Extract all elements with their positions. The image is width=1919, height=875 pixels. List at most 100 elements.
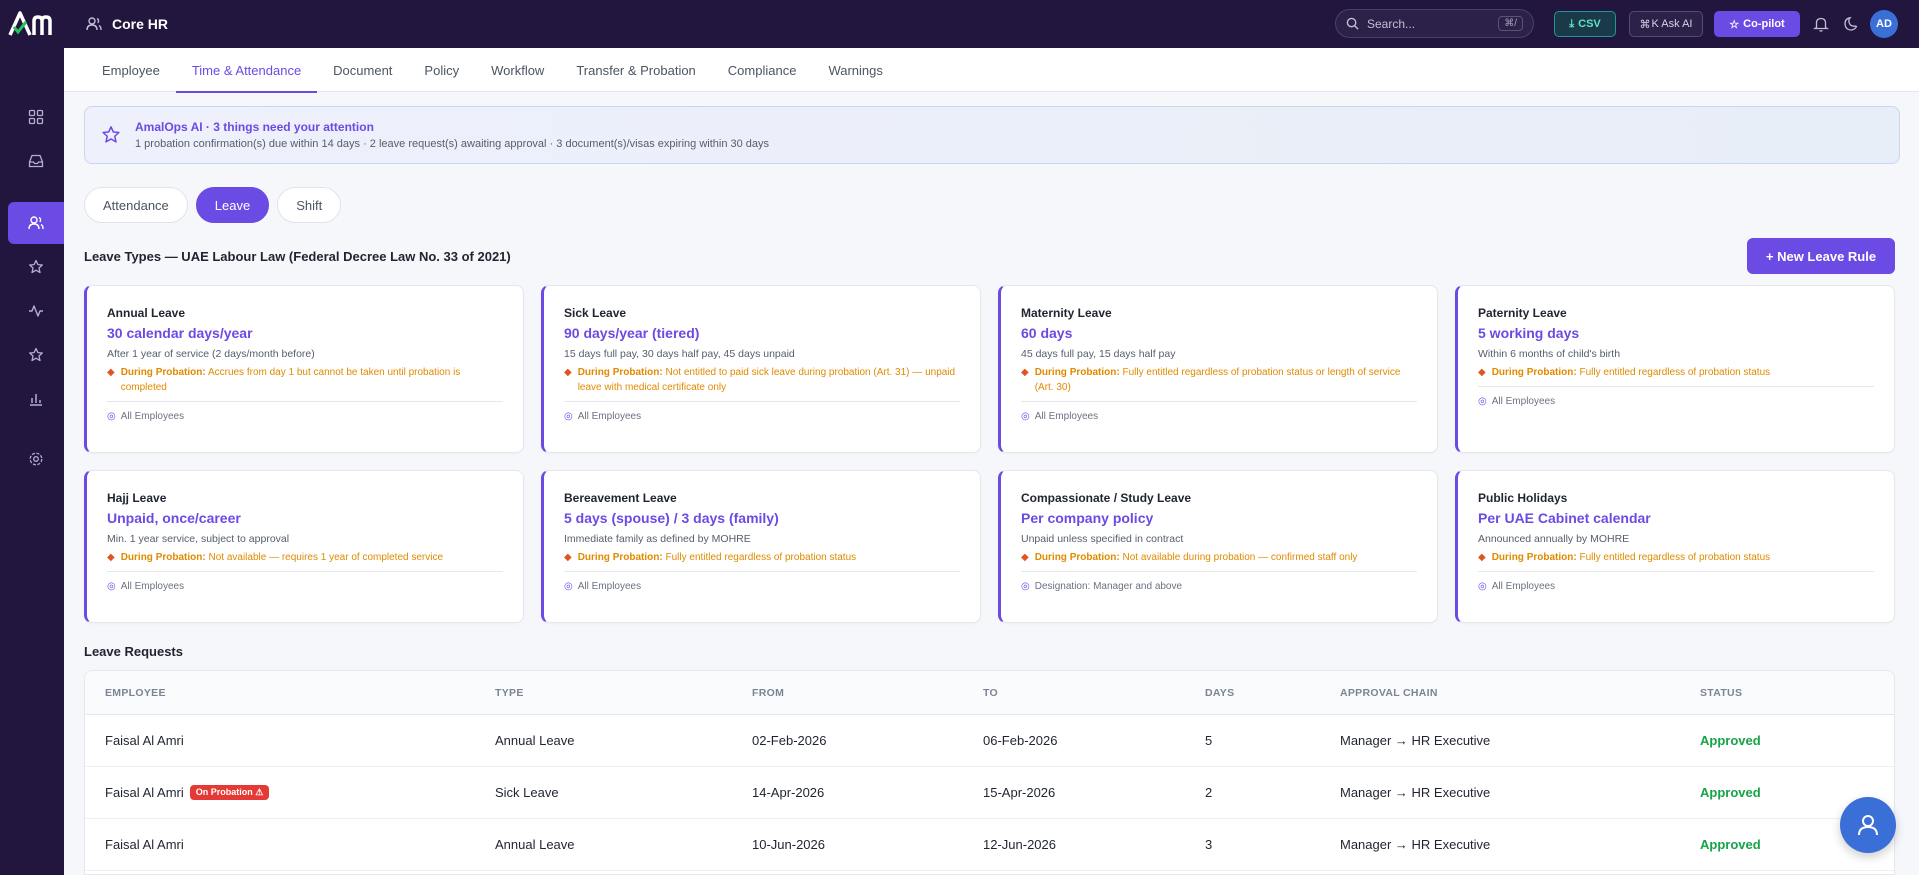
leave-card[interactable]: Paternity Leave 5 working days Within 6 … xyxy=(1455,285,1895,453)
column-header[interactable]: STATUS xyxy=(1700,687,1860,699)
leave-card[interactable]: Compassionate / Study Leave Per company … xyxy=(998,470,1438,623)
leave-card-value: 5 days (spouse) / 3 days (family) xyxy=(564,510,779,526)
pill-leave[interactable]: Leave xyxy=(195,187,270,223)
leave-card-desc: 45 days full pay, 15 days half pay xyxy=(1021,348,1176,360)
leave-card[interactable]: Public Holidays Per UAE Cabinet calendar… xyxy=(1455,470,1895,623)
column-header[interactable]: TO xyxy=(983,687,1205,699)
employee-cell: Faisal Al Amri xyxy=(85,837,495,852)
sidebar-item-settings[interactable] xyxy=(8,438,64,480)
column-header[interactable]: FROM xyxy=(752,687,983,699)
ask-ai-button[interactable]: ⌘ K Ask AI xyxy=(1629,11,1703,37)
search-shortcut: ⌘/ xyxy=(1498,16,1523,31)
from-cell: 10-Jun-2026 xyxy=(752,837,825,852)
tab-transfer-probation[interactable]: Transfer & Probation xyxy=(560,48,711,92)
probation-label: During Probation: xyxy=(577,367,663,378)
user-avatar[interactable]: AD xyxy=(1870,10,1898,38)
bell-icon[interactable] xyxy=(1810,13,1832,35)
column-header[interactable]: APPROVAL CHAIN xyxy=(1340,687,1700,699)
users-icon xyxy=(28,216,44,230)
table-header: EMPLOYEE TYPE FROM TO DAYS APPROVAL CHAI… xyxy=(85,671,1894,715)
table-row[interactable]: Faisal Al Amri Annual Leave 02-Feb-2026 … xyxy=(85,715,1894,767)
target-icon: ◎ xyxy=(107,411,116,422)
scope-label: All Employees xyxy=(1034,411,1099,422)
tab-warnings[interactable]: Warnings xyxy=(812,48,898,92)
tab-time-attendance[interactable]: Time & Attendance xyxy=(175,48,318,93)
leave-card-desc: Immediate family as defined by MOHRE xyxy=(564,533,751,545)
probation-text: Fully entitled regardless of probation s… xyxy=(1579,552,1771,563)
leave-card[interactable]: Sick Leave 90 days/year (tiered) 15 days… xyxy=(541,285,981,453)
assistant-fab[interactable] xyxy=(1840,797,1896,853)
csv-export-button[interactable]: ⤓ CSV xyxy=(1554,11,1616,37)
leave-card-value: Unpaid, once/career xyxy=(107,510,241,526)
inbox-icon xyxy=(28,154,44,168)
column-header[interactable]: DAYS xyxy=(1205,687,1340,699)
leave-card[interactable]: Bereavement Leave 5 days (spouse) / 3 da… xyxy=(541,470,981,623)
banner-title: AmalOps AI · 3 things need your attentio… xyxy=(135,120,374,134)
column-header[interactable]: TYPE xyxy=(495,687,752,699)
employee-name: Faisal Al Amri xyxy=(105,785,184,800)
employee-name: Faisal Al Amri xyxy=(105,733,184,748)
activity-icon xyxy=(29,305,43,317)
sidebar-item-inbox[interactable] xyxy=(8,140,64,182)
target-icon: ◎ xyxy=(1478,581,1487,592)
download-icon: ⤓ xyxy=(1569,17,1575,30)
pill-attendance[interactable]: Attendance xyxy=(84,187,188,223)
type-cell: Annual Leave xyxy=(495,733,575,748)
leave-card-desc: 15 days full pay, 30 days half pay, 45 d… xyxy=(564,348,795,360)
approval-chain-cell: Manager → HR Executive xyxy=(1340,837,1491,852)
sparkle-star-icon xyxy=(102,126,120,143)
banner-description: 1 probation confirmation(s) due within 1… xyxy=(135,138,770,150)
scope-label: All Employees xyxy=(120,411,185,422)
leave-card[interactable]: Annual Leave 30 calendar days/year After… xyxy=(84,285,524,453)
search-input[interactable]: Search... ⌘/ xyxy=(1335,9,1534,38)
star-icon xyxy=(29,259,43,274)
probation-note: ◆ During Probation: Fully entitled regard… xyxy=(1478,550,1874,565)
sidebar-item-favorites[interactable] xyxy=(8,246,64,288)
grid-icon xyxy=(28,109,44,125)
sidebar-item-reports[interactable] xyxy=(8,378,64,420)
table-row[interactable]: Faisal Al Amri Annual Leave 10-Jun-2026 … xyxy=(85,819,1894,871)
ai-attention-banner[interactable]: AmalOps AI · 3 things need your attentio… xyxy=(84,106,1900,164)
app-title: Core HR xyxy=(112,16,169,32)
diamond-icon: ◆ xyxy=(564,552,572,563)
sidebar-item-dashboard[interactable] xyxy=(8,96,64,138)
copilot-label: Co-pilot xyxy=(1743,18,1785,30)
moon-icon[interactable] xyxy=(1840,13,1862,35)
sidebar-item-activity[interactable] xyxy=(8,290,64,332)
sidebar-item-ratings[interactable] xyxy=(8,334,64,376)
tab-compliance[interactable]: Compliance xyxy=(712,48,813,92)
tab-document[interactable]: Document xyxy=(317,48,408,92)
tab-employee[interactable]: Employee xyxy=(86,48,176,92)
leave-card[interactable]: Maternity Leave 60 days 45 days full pay… xyxy=(998,285,1438,453)
new-leave-rule-button[interactable]: + New Leave Rule xyxy=(1747,238,1895,274)
tab-policy[interactable]: Policy xyxy=(408,48,475,92)
probation-note: ◆ During Probation: Not available during … xyxy=(1021,550,1417,565)
from-cell: 14-Apr-2026 xyxy=(752,785,825,800)
leave-card-title: Hajj Leave xyxy=(107,491,167,505)
days-cell: 2 xyxy=(1205,785,1213,800)
leave-card-title: Annual Leave xyxy=(107,306,186,320)
sidebar-item-core-hr[interactable] xyxy=(8,202,64,244)
probation-text: Not available during probation — confirm… xyxy=(1122,552,1358,563)
days-cell: 5 xyxy=(1205,733,1213,748)
copilot-button[interactable]: ☆ Co-pilot xyxy=(1714,11,1800,37)
tab-workflow[interactable]: Workflow xyxy=(475,48,560,92)
leave-requests-title: Leave Requests xyxy=(84,644,183,659)
status-badge: Approved xyxy=(1700,785,1761,800)
leave-card[interactable]: Hajj Leave Unpaid, once/career Min. 1 ye… xyxy=(84,470,524,623)
leave-card-desc: Min. 1 year service, subject to approval xyxy=(107,533,290,545)
leave-card-scope: ◎ All Employees xyxy=(107,572,503,604)
status-badge: Approved xyxy=(1700,837,1761,852)
column-header[interactable]: EMPLOYEE xyxy=(85,687,495,699)
leave-card-value: 60 days xyxy=(1021,325,1073,341)
app-logo[interactable] xyxy=(0,0,64,48)
probation-label: During Probation: xyxy=(1491,552,1577,563)
csv-label: CSV xyxy=(1578,18,1601,30)
to-cell: 06-Feb-2026 xyxy=(983,733,1058,748)
days-cell: 3 xyxy=(1205,837,1213,852)
table-row[interactable]: Faisal Al Amri On Probation ⚠ Sick Leave … xyxy=(85,767,1894,819)
probation-note: ◆ During Probation: Fully entitled regard… xyxy=(1478,365,1874,380)
leave-card-title: Compassionate / Study Leave xyxy=(1021,491,1192,505)
pill-shift[interactable]: Shift xyxy=(277,187,342,223)
user-icon xyxy=(1858,815,1878,836)
